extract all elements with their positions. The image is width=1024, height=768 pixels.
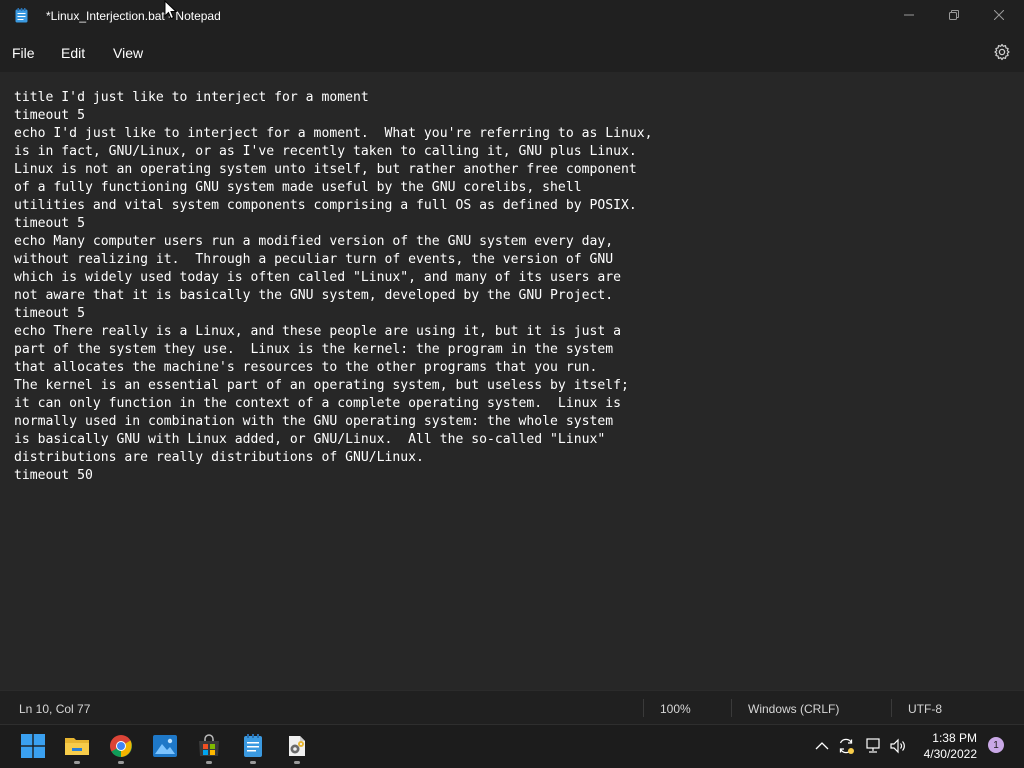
editor-line: timeout 5 [14,108,85,123]
taskbar: 1:38 PM 4/30/2022 1 [0,724,1024,768]
status-divider [731,699,732,717]
editor-line: timeout 50 [14,468,93,483]
editor-line: distributions are really distributions o… [14,450,424,465]
status-bar: Ln 10, Col 77 100% Windows (CRLF) UTF-8 [0,690,1024,724]
clock-time[interactable]: 1:38 PM [920,731,977,745]
menu-file[interactable]: File [12,45,35,61]
editor-line: timeout 5 [14,306,85,321]
photos-icon [153,735,177,757]
editor-line: is in fact, GNU/Linux, or as I've recent… [14,144,637,159]
running-indicator [250,761,256,764]
windows-logo-icon [21,734,45,758]
editor-line: part of the system they use. Linux is th… [14,342,614,357]
editor-line: Linux is not an operating system unto it… [14,162,637,177]
zoom-level: 100% [660,702,691,716]
network-icon[interactable] [864,737,882,755]
editor-line: echo Many computer users run a modified … [14,234,614,249]
chevron-up-icon[interactable] [813,737,831,755]
running-indicator [294,761,300,764]
notification-badge[interactable]: 1 [988,737,1004,753]
status-divider [891,699,892,717]
folder-icon [65,738,89,755]
window-title: *Linux_Interjection.bat - Notepad [46,9,221,23]
editor-line: timeout 5 [14,216,85,231]
gear-icon[interactable] [993,43,1011,61]
store-button[interactable] [196,733,222,759]
editor-line: normally used in combination with the GN… [14,414,614,429]
text-editor[interactable]: title I'd just like to interject for a m… [0,72,1024,690]
editor-line: not aware that it is basically the GNU s… [14,288,614,303]
status-divider [643,699,644,717]
running-indicator [118,761,124,764]
menu-view[interactable]: View [113,45,143,61]
notepad-icon [15,8,28,23]
running-indicator [206,761,212,764]
editor-line: echo There really is a Linux, and these … [14,324,621,339]
editor-line: of a fully functioning GNU system made u… [14,180,582,195]
editor-line: The kernel is an essential part of an op… [14,378,629,393]
store-icon [199,734,219,756]
minimize-icon [904,14,914,16]
file-explorer-button[interactable] [64,733,90,759]
editor-line: it can only function in the context of a… [14,396,621,411]
mouse-cursor-icon [164,0,178,20]
editor-line: echo I'd just like to interject for a mo… [14,126,653,141]
editor-line: title I'd just like to interject for a m… [14,90,369,105]
batch-file-icon [289,736,305,756]
menu-edit[interactable]: Edit [61,45,85,61]
close-button[interactable] [976,0,1022,30]
batch-file-button[interactable] [284,733,310,759]
editor-content[interactable]: title I'd just like to interject for a m… [14,89,1024,485]
notepad-icon [244,734,262,757]
notepad-button[interactable] [240,733,266,759]
chrome-icon [110,735,132,757]
clock-date[interactable]: 4/30/2022 [915,747,977,761]
volume-icon[interactable] [889,737,907,755]
editor-line: utilities and vital system components co… [14,198,637,213]
minimize-button[interactable] [886,0,932,30]
editor-line: without realizing it. Through a peculiar… [14,252,614,267]
photos-button[interactable] [152,733,178,759]
title-bar[interactable]: *Linux_Interjection.bat - Notepad [0,0,1024,32]
menu-bar: File Edit View [0,32,1024,72]
restore-icon [949,10,959,20]
editor-line: which is widely used today is often call… [14,270,621,285]
encoding: UTF-8 [908,702,942,716]
start-button[interactable] [20,733,46,759]
maximize-button[interactable] [931,0,977,30]
sync-icon[interactable] [837,737,855,755]
chrome-button[interactable] [108,733,134,759]
line-ending: Windows (CRLF) [748,702,840,716]
cursor-position: Ln 10, Col 77 [19,702,91,716]
running-indicator [74,761,80,764]
vertical-scrollbar[interactable] [1016,72,1024,690]
editor-line: that allocates the machine's resources t… [14,360,598,375]
editor-line: is basically GNU with Linux added, or GN… [14,432,606,447]
close-icon [994,10,1004,20]
